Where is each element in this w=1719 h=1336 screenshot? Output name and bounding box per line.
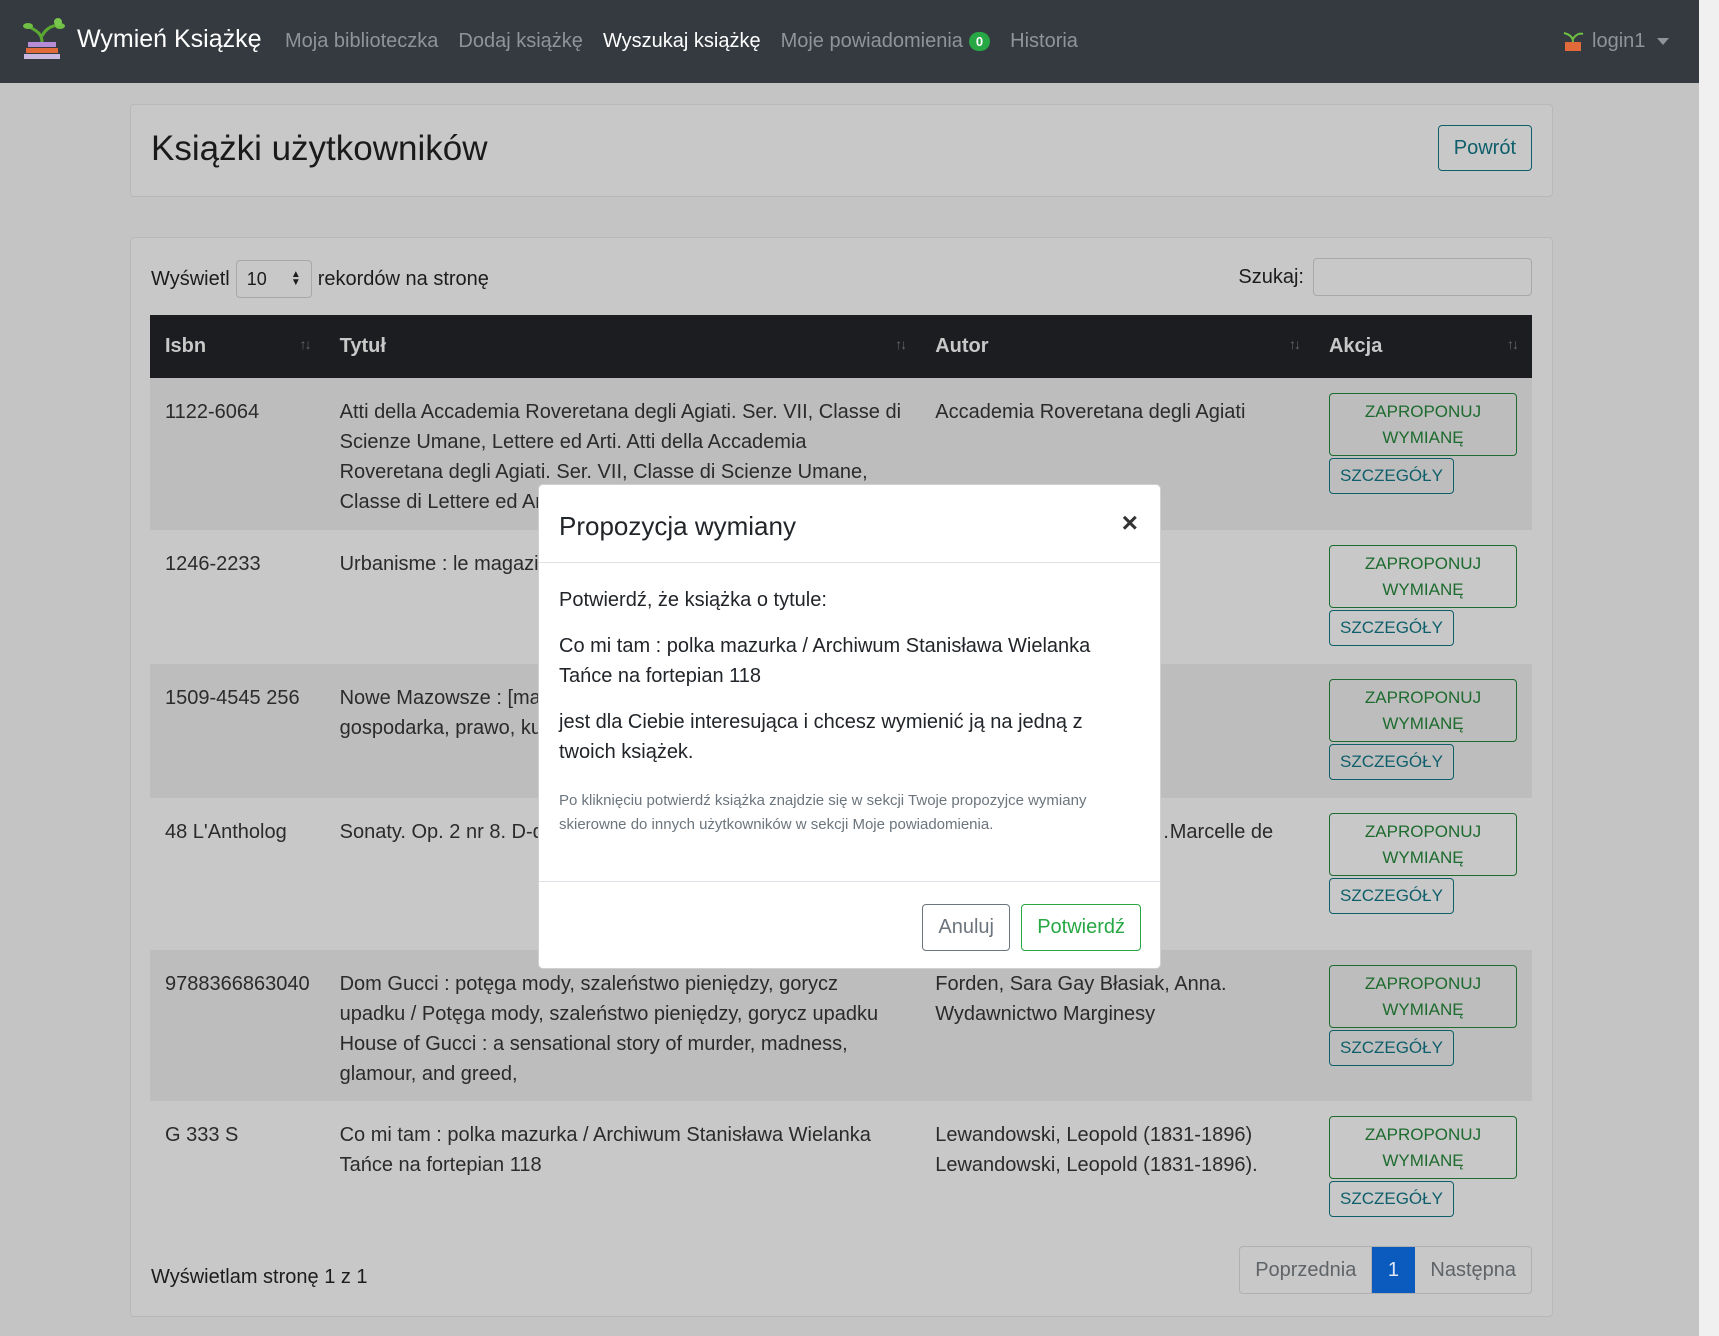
cell-actions: ZAPROPONUJ WYMIANĘ SZCZEGÓŁY [1314,378,1532,530]
details-button[interactable]: SZCZEGÓŁY [1328,1181,1454,1217]
search-input[interactable] [1313,258,1532,296]
column-header-action[interactable]: Akcja ↑↓ [1313,315,1532,378]
cell-isbn: G 333 S [165,1124,239,1146]
show-prefix: Wyświetl [151,267,230,290]
page-length-control: Wyświetl 10 ▲ ▼ rekordów na stronę [151,260,489,298]
cell-isbn: 1509-4545 256 [165,687,300,709]
nav-links: Moja biblioteczka Dodaj książkę Wyszukaj… [285,0,1098,83]
caret-down-icon [1657,37,1670,45]
propose-exchange-button[interactable]: ZAPROPONUJ WYMIANĘ [1328,679,1517,742]
cell-author: Lewandowski, Leopold (1831-1896) Lewando… [935,1124,1258,1176]
show-suffix: rekordów na stronę [317,267,489,290]
nav-add-book[interactable]: Dodaj książkę [458,30,583,53]
cell-isbn: 1246-2233 [165,553,261,575]
brand[interactable]: Wymień Książkę [20,14,262,64]
user-menu[interactable]: login1 [1560,28,1670,54]
modal-title: Propozycja wymiany [559,511,796,541]
next-page-button[interactable]: Następna [1415,1247,1531,1293]
pagination: Poprzednia 1 Następna [1239,1246,1532,1294]
cell-actions: ZAPROPONUJ WYMIANĘ SZCZEGÓŁY [1314,664,1532,798]
propose-exchange-button[interactable]: ZAPROPONUJ WYMIANĘ [1328,813,1517,876]
cell-actions: ZAPROPONUJ WYMIANĘ SZCZEGÓŁY [1314,950,1532,1101]
table-header-row: Isbn ↑↓ Tytuł ↑↓ Autor ↑↓ Akcja ↑↓ [150,315,1532,378]
details-button[interactable]: SZCZEGÓŁY [1328,458,1454,494]
modal-interest-text: jest dla Ciebie interesująca i chcesz wy… [559,711,1083,763]
back-button[interactable]: Powrót [1437,125,1532,171]
select-arrows-icon: ▲ ▼ [290,269,301,288]
propose-exchange-button[interactable]: ZAPROPONUJ WYMIANĘ [1328,393,1517,456]
column-header-title[interactable]: Tytuł ↑↓ [324,315,921,378]
page-size-value: 10 [246,268,267,289]
cell-isbn: 1122-6064 [165,401,260,423]
cell-title: Dom Gucci : potęga mody, szaleństwo pien… [339,973,879,1085]
cell-title: Co mi tam : polka mazurka / Archiwum Sta… [339,1124,871,1176]
search-control: Szukaj: [1238,258,1532,296]
details-button[interactable]: SZCZEGÓŁY [1328,610,1454,646]
table-row: 9788366863040 Dom Gucci : potęga mody, s… [150,950,1532,1101]
notifications-badge: 0 [968,32,991,51]
nav-notifications-label: Moje powiadomienia [780,30,963,52]
nav-my-library[interactable]: Moja biblioteczka [285,30,438,53]
details-button[interactable]: SZCZEGÓŁY [1328,1030,1454,1066]
page-title: Książki użytkowników [151,129,488,168]
cell-actions: ZAPROPONUJ WYMIANĘ SZCZEGÓŁY [1314,798,1532,950]
cell-isbn: 48 L'Antholog [165,821,287,843]
sort-icon: ↑↓ [299,336,312,352]
sort-icon: ↑↓ [1288,336,1301,352]
nav-notifications[interactable]: Moje powiadomienia 0 [781,30,991,53]
table-info: Wyświetlam stronę 1 z 1 [151,1266,368,1288]
close-icon[interactable]: × [1122,509,1138,537]
cell-author: Forden, Sara Gay Błasiak, Anna. Wydawnic… [935,973,1227,1025]
page-size-select[interactable]: 10 ▲ ▼ [235,260,312,298]
modal-book-title: Co mi tam : polka mazurka / Archiwum Sta… [559,635,1091,687]
modal-confirm-text: Potwierdź, że książka o tytule: [559,589,827,611]
modal-header: Propozycja wymiany × [539,485,1160,563]
navbar: Wymień Książkę Moja biblioteczka Dodaj k… [0,0,1699,83]
table-row: G 333 S Co mi tam : polka mazurka / Arch… [150,1101,1532,1252]
prev-page-button[interactable]: Poprzednia [1240,1247,1373,1293]
plant-user-icon [1563,32,1584,51]
cell-actions: ZAPROPONUJ WYMIANĘ SZCZEGÓŁY [1314,530,1532,664]
brand-name: Wymień Książkę [77,24,262,53]
propose-exchange-button[interactable]: ZAPROPONUJ WYMIANĘ [1328,545,1517,608]
page-1-button[interactable]: 1 [1372,1247,1416,1293]
books-plant-logo-icon [23,18,65,59]
confirm-button[interactable]: Potwierdź [1021,904,1141,951]
cell-isbn: 9788366863040 [165,973,310,995]
details-button[interactable]: SZCZEGÓŁY [1328,744,1454,780]
modal-footer: Anuluj Potwierdź [539,881,1160,970]
page-scrollbar[interactable] [1699,0,1719,1336]
sort-icon: ↑↓ [895,336,907,352]
column-header-isbn[interactable]: Isbn ↑↓ [150,315,325,378]
propose-exchange-button[interactable]: ZAPROPONUJ WYMIANĘ [1328,1116,1517,1179]
column-header-author[interactable]: Autor ↑↓ [920,315,1314,378]
nav-search-book[interactable]: Wyszukaj książkę [603,30,761,53]
sort-icon: ↑↓ [1507,336,1519,352]
username: login1 [1592,29,1646,52]
exchange-modal: Propozycja wymiany × Potwierdź, że książ… [538,484,1161,969]
cell-actions: ZAPROPONUJ WYMIANĘ SZCZEGÓŁY [1314,1101,1532,1252]
propose-exchange-button[interactable]: ZAPROPONUJ WYMIANĘ [1328,965,1517,1028]
search-label: Szukaj: [1238,265,1304,288]
cancel-button[interactable]: Anuluj [922,904,1010,951]
modal-note: Po kliknięciu potwierdź książka znajdzie… [559,792,1087,833]
header-card: Książki użytkowników Powrót [130,104,1553,197]
details-button[interactable]: SZCZEGÓŁY [1328,878,1454,914]
modal-body: Potwierdź, że książka o tytule: Co mi ta… [559,585,1144,853]
nav-history[interactable]: Historia [1010,30,1078,53]
